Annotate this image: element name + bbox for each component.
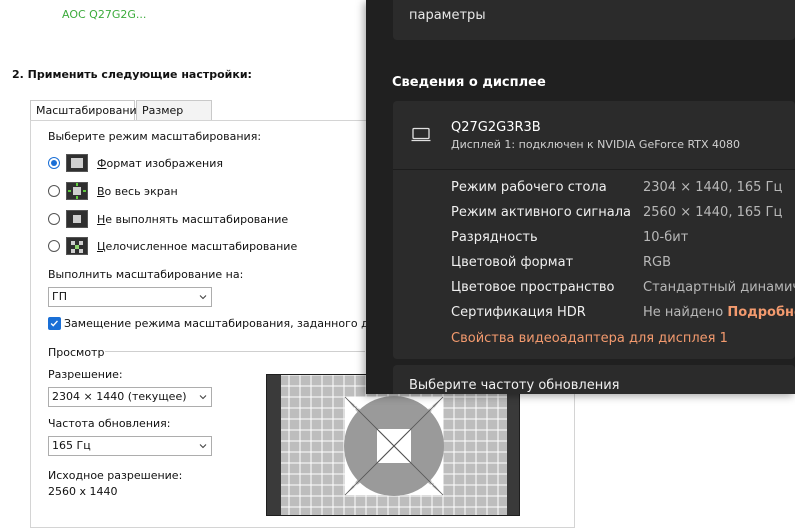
refresh-label: Частота обновления: [48, 417, 171, 430]
row-hdr-value: Не найдено Подробнее [643, 305, 795, 325]
refresh-select[interactable]: 165 Гц [48, 436, 212, 456]
monitor-icon [411, 127, 431, 142]
chevron-down-icon [199, 395, 207, 400]
monitor-name: Q27G2G3R3B [451, 120, 541, 135]
row-color-space-label: Цветовое пространство [451, 280, 615, 295]
preview-group-label: Просмотр [48, 346, 105, 359]
resolution-select[interactable]: 2304 × 1440 (текущее) [48, 387, 212, 407]
perform-on-label: Выполнить масштабирование на: [48, 268, 244, 281]
scaling-mode-integer[interactable]: Целочисленное масштабирование [48, 236, 297, 256]
radio-no-scaling-label: Не выполнять масштабирование [97, 212, 289, 226]
chevron-down-icon [199, 444, 207, 449]
override-label: Замещение режима масштабирования, заданн… [64, 317, 417, 330]
radio-integer[interactable] [48, 240, 60, 252]
row-hdr-label: Сертификация HDR [451, 305, 586, 320]
no-scaling-icon [66, 210, 88, 228]
resolution-value: 2304 × 1440 (текущее) [52, 390, 187, 403]
chevron-down-icon [199, 295, 207, 300]
fullscreen-icon [66, 182, 88, 200]
radio-integer-label: Целочисленное масштабирование [97, 239, 298, 253]
row-bit-depth-label: Разрядность [451, 230, 538, 245]
row-color-space-value: Стандартный динамиче [643, 280, 795, 295]
display-info-card: Q27G2G3R3B Дисплей 1: подключен к NVIDIA… [393, 101, 795, 359]
resolution-label: Разрешение: [48, 368, 123, 381]
override-checkbox[interactable] [48, 317, 61, 330]
perform-on-value: ГП [52, 290, 67, 303]
display-info-header: Q27G2G3R3B Дисплей 1: подключен к NVIDIA… [393, 101, 795, 170]
aspect-ratio-icon [66, 154, 88, 172]
refresh-rate-card[interactable]: Выберите частоту обновления [393, 365, 795, 394]
windows-display-settings: параметры Сведения о дисплее Q27G2G3R3B … [366, 0, 795, 394]
row-color-format-value: RGB [643, 255, 672, 270]
scaling-mode-fullscreen[interactable]: Во весь экран [48, 181, 178, 201]
row-desktop-mode-value: 2304 × 1440, 165 Гц [643, 180, 783, 195]
perform-on-select[interactable]: ГП [48, 287, 212, 307]
row-bit-depth-value: 10-бит [643, 230, 689, 245]
radio-fullscreen[interactable] [48, 185, 60, 197]
integer-scaling-icon [66, 237, 88, 255]
hdr-more-link[interactable]: Подробнее [727, 305, 795, 320]
test-pattern-graphic [267, 375, 519, 515]
adapter-properties-link[interactable]: Свойства видеоадаптера для дисплея 1 [451, 331, 728, 346]
advanced-display-card-text: параметры [409, 8, 486, 23]
refresh-rate-card-text: Выберите частоту обновления [409, 378, 620, 393]
display-info-title: Сведения о дисплее [392, 75, 546, 90]
row-active-signal-value: 2560 × 1440, 165 Гц [643, 205, 783, 220]
check-icon [50, 320, 58, 327]
native-resolution-value: 2560 x 1440 [48, 485, 118, 498]
preview-test-pattern [266, 374, 520, 516]
row-desktop-mode-label: Режим рабочего стола [451, 180, 607, 195]
radio-no-scaling[interactable] [48, 213, 60, 225]
scaling-mode-aspect[interactable]: Формат изображения [48, 153, 223, 173]
monitor-connection: Дисплей 1: подключен к NVIDIA GeForce RT… [451, 138, 741, 151]
radio-aspect-label: Формат изображения [97, 156, 224, 170]
scaling-mode-none[interactable]: Не выполнять масштабирование [48, 209, 288, 229]
scaling-mode-label: Выберите режим масштабирования: [48, 130, 262, 143]
tab-scaling[interactable]: Масштабирование [30, 100, 143, 121]
refresh-value: 165 Гц [52, 439, 91, 452]
radio-fullscreen-label: Во весь экран [97, 184, 178, 198]
row-active-signal-label: Режим активного сигнала [451, 205, 631, 220]
preview-group-divider [105, 351, 365, 352]
tab-size[interactable]: Размер [136, 100, 212, 120]
native-resolution-label: Исходное разрешение: [48, 469, 183, 482]
monitor-link[interactable]: AOC Q27G2G... [62, 8, 146, 21]
step-heading: 2. Применить следующие настройки: [12, 68, 252, 81]
row-color-format-label: Цветовой формат [451, 255, 574, 270]
advanced-display-card[interactable]: параметры [393, 0, 795, 40]
radio-aspect[interactable] [48, 157, 60, 169]
